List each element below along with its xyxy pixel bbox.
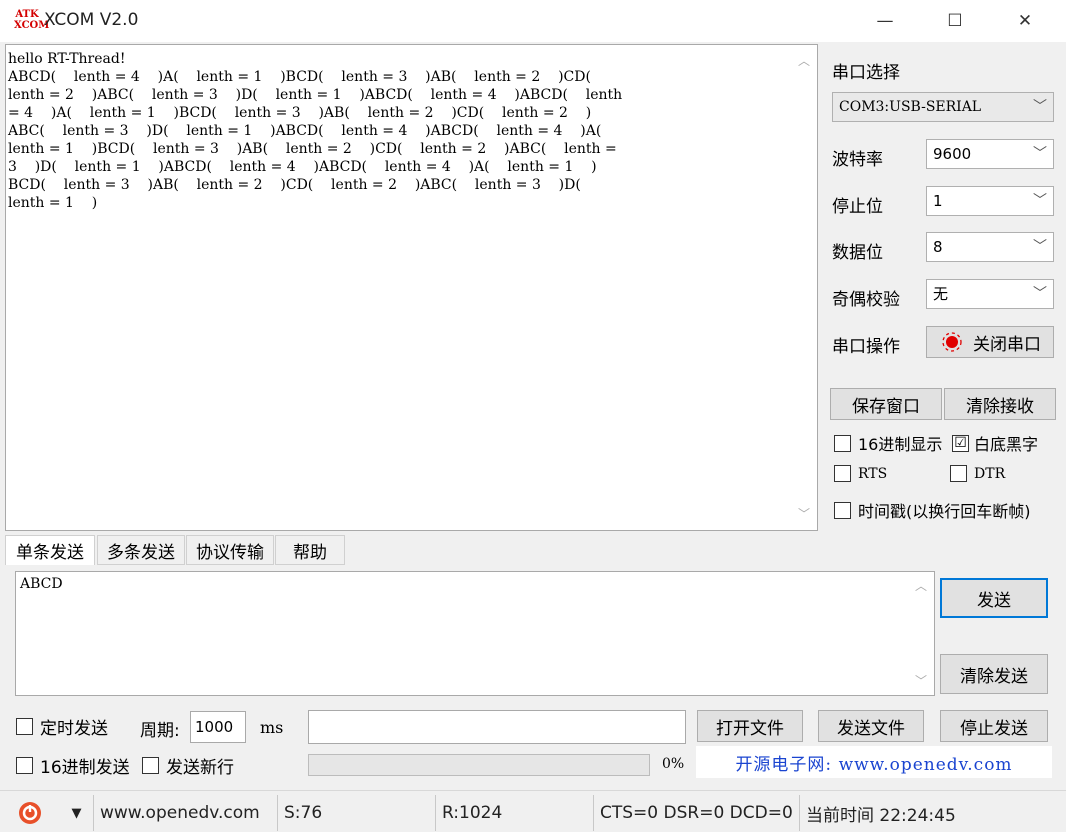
settings-panel: 串口选择 COM3:USB-SERIAL ﹀ 波特率 9600 ﹀ 停止位 1 … — [822, 44, 1066, 534]
close-port-label: 关闭串口 — [973, 334, 1041, 355]
chevron-down-icon: ﹀ — [1033, 239, 1047, 255]
dtr-checkbox[interactable]: DTR — [950, 465, 1005, 482]
checkbox-box — [834, 434, 851, 452]
period-input[interactable]: 1000 — [190, 711, 246, 743]
white-black-checkbox[interactable]: ☑ 白底黑字 — [952, 431, 1038, 455]
period-label: 周期: — [140, 721, 180, 741]
tab-help[interactable]: 帮助 — [275, 535, 345, 565]
clear-send-button[interactable]: 清除发送 — [940, 654, 1048, 694]
chevron-down-icon: ﹀ — [1033, 99, 1047, 115]
rts-label: RTS — [858, 465, 888, 482]
save-window-button[interactable]: 保存窗口 — [830, 388, 942, 420]
rts-checkbox[interactable]: RTS — [834, 465, 887, 482]
white-black-label: 白底黑字 — [974, 435, 1039, 454]
checkbox-box — [834, 501, 851, 519]
app-title: XCOM V2.0 — [44, 10, 139, 30]
send-text: ABCD — [20, 576, 63, 592]
checkbox-box — [16, 718, 33, 735]
baud-select[interactable]: 9600 ﹀ — [926, 139, 1054, 169]
port-label: 串口选择 — [832, 63, 900, 83]
timestamp-checkbox[interactable]: 时间戳(以换行回车断帧) — [834, 498, 1031, 522]
receive-scrollbar[interactable]: ︿ ﹀ — [791, 45, 817, 530]
send-progress-bar — [308, 754, 650, 776]
baud-label: 波特率 — [832, 150, 883, 170]
status-sent-count: S:76 — [278, 795, 436, 831]
parity-value: 无 — [933, 285, 949, 303]
close-port-button[interactable]: 关闭串口 — [926, 326, 1054, 358]
stop-bits-value: 1 — [933, 192, 943, 210]
receive-area[interactable]: hello RT-Thread! ABCD( lenth = 4 )A( len… — [5, 44, 818, 531]
port-select[interactable]: COM3:USB-SERIAL ﹀ — [832, 92, 1054, 122]
stop-bits-label: 停止位 — [832, 197, 883, 217]
minimize-button[interactable]: — — [850, 0, 920, 42]
tab-single-send[interactable]: 单条发送 — [5, 535, 95, 565]
checkbox-box — [834, 465, 851, 482]
parity-label: 奇偶校验 — [832, 290, 900, 310]
scroll-up-icon[interactable]: ︿ — [791, 51, 817, 71]
app-logo: ATK XCOM — [14, 9, 50, 31]
baud-value: 9600 — [933, 145, 972, 163]
checkbox-box — [950, 465, 967, 482]
receive-text: hello RT-Thread! ABCD( lenth = 4 )A( len… — [8, 51, 623, 211]
status-bar: ▼ www.openedv.com S:76 R:1024 CTS=0 DSR=… — [0, 790, 1066, 832]
checkbox-box — [142, 757, 159, 774]
hex-send-checkbox[interactable]: 16进制发送 — [16, 753, 130, 778]
chevron-down-icon: ﹀ — [1033, 286, 1047, 302]
clear-receive-button[interactable]: 清除接收 — [944, 388, 1056, 420]
timed-send-checkbox[interactable]: 定时发送 — [16, 714, 108, 739]
chevron-down-icon: ﹀ — [1033, 146, 1047, 162]
tab-protocol[interactable]: 协议传输 — [186, 535, 274, 565]
close-button[interactable]: ✕ — [990, 0, 1060, 42]
period-unit: ms — [260, 718, 284, 737]
data-bits-select[interactable]: 8 ﹀ — [926, 232, 1054, 262]
checkbox-checked-icon: ☑ — [952, 434, 969, 452]
send-button[interactable]: 发送 — [940, 578, 1048, 618]
checkbox-box — [16, 757, 33, 774]
data-bits-label: 数据位 — [832, 243, 883, 263]
send-newline-label: 发送新行 — [166, 758, 234, 778]
data-bits-value: 8 — [933, 238, 943, 256]
send-file-button[interactable]: 发送文件 — [818, 710, 924, 742]
status-line-signals: CTS=0 DSR=0 DCD=0 — [594, 795, 800, 831]
hex-display-label: 16进制显示 — [858, 435, 943, 454]
chevron-down-icon: ﹀ — [1033, 193, 1047, 209]
port-op-label: 串口操作 — [832, 337, 900, 357]
promo-link[interactable]: 开源电子网: www.openedv.com — [696, 746, 1052, 778]
timestamp-label: 时间戳(以换行回车断帧) — [858, 502, 1031, 521]
status-light-icon — [942, 332, 962, 352]
status-received-count: R:1024 — [436, 795, 594, 831]
progress-percent: 0% — [662, 756, 685, 772]
status-current-time: 当前时间 22:24:45 — [806, 805, 956, 826]
status-dropdown-icon[interactable]: ▼ — [60, 795, 94, 831]
parity-select[interactable]: 无 ﹀ — [926, 279, 1054, 309]
file-path-input[interactable] — [308, 710, 686, 744]
scroll-down-icon[interactable]: ﹀ — [791, 504, 817, 524]
maximize-button[interactable]: ☐ — [920, 0, 990, 42]
port-value: COM3:USB-SERIAL — [839, 99, 982, 115]
hex-display-checkbox[interactable]: 16进制显示 — [834, 431, 942, 455]
scroll-up-icon[interactable]: ︿ — [908, 576, 934, 596]
send-newline-checkbox[interactable]: 发送新行 — [142, 753, 234, 778]
send-input[interactable]: ABCD ︿ ﹀ — [15, 571, 935, 696]
dtr-label: DTR — [974, 465, 1006, 482]
timed-send-label: 定时发送 — [40, 719, 108, 739]
tab-multi-send[interactable]: 多条发送 — [97, 535, 185, 565]
title-bar: ATK XCOM XCOM V2.0 — ☐ ✕ — [0, 0, 1066, 42]
hex-send-label: 16进制发送 — [40, 758, 130, 778]
send-scrollbar[interactable]: ︿ ﹀ — [908, 572, 934, 695]
stop-bits-select[interactable]: 1 ﹀ — [926, 186, 1054, 216]
stop-send-button[interactable]: 停止发送 — [940, 710, 1048, 742]
status-website[interactable]: www.openedv.com — [94, 795, 278, 831]
scroll-down-icon[interactable]: ﹀ — [908, 671, 934, 691]
settings-icon[interactable] — [0, 795, 60, 831]
open-file-button[interactable]: 打开文件 — [697, 710, 803, 742]
